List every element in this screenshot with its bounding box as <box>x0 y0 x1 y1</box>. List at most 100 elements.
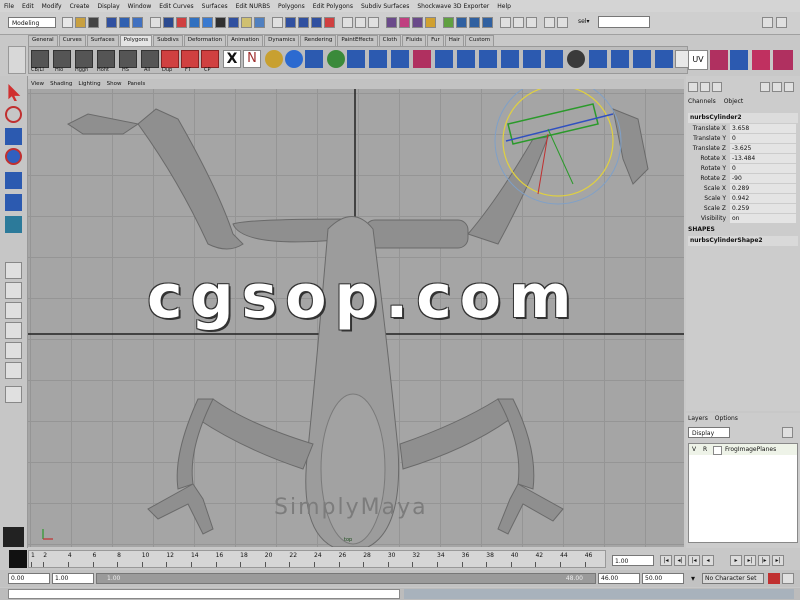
history-icon[interactable] <box>342 17 353 28</box>
persp-layout-icon[interactable] <box>5 362 22 379</box>
new-layer-icon[interactable] <box>782 427 793 438</box>
new-scene-icon[interactable] <box>62 17 73 28</box>
input-ops-icon[interactable] <box>355 17 366 28</box>
mask-curves-icon[interactable] <box>176 17 187 28</box>
render-globals-icon[interactable] <box>425 17 436 28</box>
step-back-frame-icon[interactable]: |◂ <box>688 555 700 566</box>
play-backward-icon[interactable]: ◂ <box>702 555 714 566</box>
shelf-tab-painteffects[interactable]: PaintEffects <box>337 35 378 46</box>
shelf-triangulate-icon[interactable] <box>633 50 651 68</box>
scale-tool-icon[interactable] <box>5 194 22 211</box>
panel-menu-lighting[interactable]: Lighting <box>75 81 103 87</box>
open-scene-icon[interactable] <box>75 17 86 28</box>
channel-box-layout-2-icon[interactable] <box>700 82 710 92</box>
mask-dynamics-icon[interactable] <box>215 17 226 28</box>
shelf-wire-sphere-icon[interactable] <box>567 50 585 68</box>
outliner-icon[interactable] <box>482 17 493 28</box>
menu-set-select[interactable]: Modeling <box>8 17 56 28</box>
current-frame-marker[interactable] <box>9 550 27 568</box>
shelf-tab-polygons[interactable]: Polygons <box>119 35 153 46</box>
shelf-ft-button[interactable] <box>181 50 199 68</box>
step-forward-frame-icon[interactable]: ▸| <box>744 555 756 566</box>
menu-edit-nurbs[interactable]: Edit NURBS <box>232 3 274 10</box>
attribute-editor-icon[interactable] <box>513 17 524 28</box>
hypershade-icon[interactable] <box>456 17 467 28</box>
mask-joints-icon[interactable] <box>163 17 174 28</box>
shelf-tab-deformation[interactable]: Deformation <box>183 35 227 46</box>
shelf-mirror-icon[interactable] <box>545 50 563 68</box>
shelf-merge-icon[interactable] <box>435 50 453 68</box>
animation-prefs-icon[interactable] <box>782 573 794 584</box>
attr-row[interactable]: Rotate Y0 <box>686 164 798 174</box>
shelf-poly-cube-icon[interactable] <box>347 50 365 68</box>
shelf-quadrangulate-icon[interactable] <box>655 50 673 68</box>
manipulator-tool-icon[interactable] <box>5 216 22 233</box>
shelf-green-sphere-icon[interactable] <box>327 50 345 68</box>
mask-rendering-icon[interactable] <box>228 17 239 28</box>
menu-edit-polygons[interactable]: Edit Polygons <box>309 3 357 10</box>
layout-more-icon[interactable] <box>5 386 22 403</box>
menu-shockwave-exporter[interactable]: Shockwave 3D Exporter <box>413 3 493 10</box>
select-object-icon[interactable] <box>119 17 130 28</box>
range-slider-bar[interactable]: 1.00 48.00 <box>96 573 596 584</box>
channel-box-icon[interactable] <box>544 17 555 28</box>
shelf-extrude-icon[interactable] <box>391 50 409 68</box>
shelf-append-icon[interactable] <box>589 50 607 68</box>
shelf-tab-curves[interactable]: Curves <box>58 35 86 46</box>
select-mode-icon[interactable] <box>557 17 568 28</box>
menu-subdiv-surfaces[interactable]: Subdiv Surfaces <box>357 3 413 10</box>
attr-row[interactable]: Scale X 0.289 <box>686 184 798 194</box>
current-time-field[interactable]: 1.00 <box>612 555 654 566</box>
attr-row[interactable]: Translate X 3.658 <box>686 124 798 134</box>
time-slider-track[interactable]: 1 2 4 6 8 10 12 14 16 18 20 22 24 26 28 30 32 34 36 38 40 42 4… <box>28 550 606 568</box>
shelf-tab-animation[interactable]: Animation <box>227 35 264 46</box>
shelf-tab-rendering[interactable]: Rendering <box>300 35 337 46</box>
shelf-uv-button[interactable]: UV <box>688 50 708 70</box>
layer-reference-toggle[interactable]: R <box>703 444 707 455</box>
construction-history-icon[interactable] <box>386 17 397 28</box>
shelf-smooth-icon[interactable] <box>479 50 497 68</box>
select-tool-icon[interactable] <box>8 84 21 101</box>
menu-display[interactable]: Display <box>94 3 124 10</box>
layers-menu[interactable]: Layers <box>688 415 708 422</box>
panel-menu-view[interactable]: View <box>28 81 47 87</box>
shelf-dup-button[interactable] <box>161 50 179 68</box>
attr-row[interactable]: Translate Z -3.625 <box>686 144 798 154</box>
layer-visibility-toggle[interactable]: V <box>692 444 696 455</box>
menu-edit-curves[interactable]: Edit Curves <box>155 3 197 10</box>
layer-color-swatch[interactable] <box>713 446 722 455</box>
shelf-menu-button[interactable] <box>8 46 26 74</box>
shelf-tab-subdivs[interactable]: Subdivs <box>153 35 183 46</box>
shelf-tab-custom[interactable]: Custom <box>465 35 495 46</box>
tool-settings-icon[interactable] <box>526 17 537 28</box>
shelf-tab-dynamics[interactable]: Dynamics <box>264 35 300 46</box>
shelf-wedge-icon[interactable] <box>611 50 629 68</box>
render-settings-icon[interactable] <box>443 17 454 28</box>
auto-key-icon[interactable] <box>768 573 780 584</box>
single-perspective-layout-icon[interactable] <box>5 262 22 279</box>
shelf-hs-button[interactable] <box>119 50 137 68</box>
attr-row[interactable]: Translate Y0 <box>686 134 798 144</box>
shelf-n-button[interactable]: N <box>243 50 261 68</box>
layer-name[interactable]: FrogImagePlanes <box>725 444 776 455</box>
selected-object-name[interactable]: nurbsCylinder2 <box>688 113 798 123</box>
layer-type-select[interactable]: Display <box>688 427 730 438</box>
shelf-combine-icon[interactable] <box>501 50 519 68</box>
playback-end-field[interactable]: 46.00 <box>598 573 640 584</box>
playback-start-field[interactable]: 1.00 <box>52 573 94 584</box>
shelf-tab-fur[interactable]: Fur <box>427 35 444 46</box>
channel-box-layout-3-icon[interactable] <box>712 82 722 92</box>
shelf-tab-general[interactable]: General <box>28 35 58 46</box>
character-set-field[interactable]: No Character Set <box>702 573 764 584</box>
shelf-tab-surfaces[interactable]: Surfaces <box>86 35 119 46</box>
mask-deformations-icon[interactable] <box>202 17 213 28</box>
attr-row[interactable]: Rotate Z -90 <box>686 174 798 184</box>
hypershade-layout-icon[interactable] <box>5 342 22 359</box>
options-menu[interactable]: Options <box>715 415 738 422</box>
four-view-layout-icon[interactable] <box>5 282 22 299</box>
shelf-poly-plane-icon[interactable] <box>369 50 387 68</box>
panel-menu-panels[interactable]: Panels <box>124 81 148 87</box>
attr-row[interactable]: Rotate X -13.484 <box>686 154 798 164</box>
select-hierarchy-icon[interactable] <box>106 17 117 28</box>
mask-lock-icon[interactable] <box>254 17 265 28</box>
